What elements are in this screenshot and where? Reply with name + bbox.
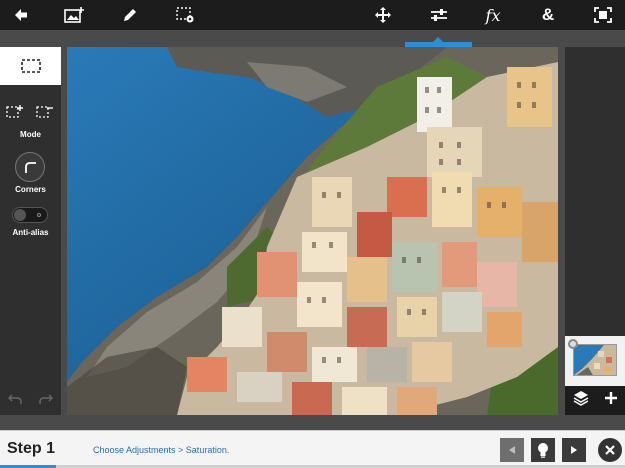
antialias-label: Anti-alias — [12, 228, 49, 237]
move-icon[interactable] — [368, 0, 398, 30]
rounded-corner-icon — [25, 162, 36, 173]
redo-icon[interactable] — [39, 392, 53, 410]
undo-redo-group — [0, 387, 61, 415]
layer-options-icon[interactable] — [568, 339, 578, 349]
layers-panel — [565, 47, 625, 415]
corners-label: Corners — [15, 185, 46, 194]
close-icon — [605, 445, 615, 455]
selection-options-panel: Mode Corners Anti-alias — [0, 47, 61, 415]
add-selection-mode-icon[interactable] — [5, 103, 25, 121]
combine-ampersand-icon[interactable]: & — [533, 0, 563, 30]
undo-icon[interactable] — [8, 392, 22, 410]
layer-item[interactable] — [565, 336, 625, 386]
lightbulb-icon — [538, 443, 548, 458]
coastal-village-photo — [67, 47, 558, 415]
next-step-button[interactable] — [562, 438, 586, 462]
rect-selection-tool[interactable] — [0, 47, 61, 85]
pencil-icon[interactable] — [115, 0, 145, 30]
corners-button[interactable] — [15, 152, 45, 182]
mode-label: Mode — [20, 130, 41, 139]
add-layer-icon[interactable] — [604, 391, 618, 410]
layers-stack-icon[interactable] — [573, 390, 589, 411]
close-tutorial-button[interactable] — [598, 438, 622, 462]
add-image-icon[interactable] — [60, 0, 90, 30]
fullscreen-icon[interactable] — [588, 0, 618, 30]
selection-settings-icon[interactable] — [170, 0, 200, 30]
back-arrow-icon[interactable] — [6, 0, 36, 30]
photo-canvas[interactable] — [67, 47, 558, 415]
step-instruction: Choose Adjustments > Saturation. — [93, 445, 230, 455]
layers-toolbar — [565, 386, 625, 415]
adjustments-sliders-icon[interactable] — [424, 0, 454, 30]
step-title: Step 1 — [7, 440, 56, 457]
triangle-right-icon — [571, 446, 577, 454]
tutorial-bar: Step 1 Choose Adjustments > Saturation. — [0, 430, 625, 468]
previous-step-button[interactable] — [500, 438, 524, 462]
triangle-left-icon — [509, 446, 515, 454]
layer-thumbnail — [573, 344, 617, 376]
hint-button[interactable] — [531, 438, 555, 462]
effects-fx-icon[interactable]: fx — [478, 0, 508, 30]
toggle-off-indicator — [37, 213, 41, 217]
top-toolbar: fx & — [0, 0, 625, 30]
antialias-toggle[interactable] — [12, 207, 48, 223]
toggle-knob — [14, 209, 26, 221]
subtract-selection-mode-icon[interactable] — [35, 103, 55, 121]
